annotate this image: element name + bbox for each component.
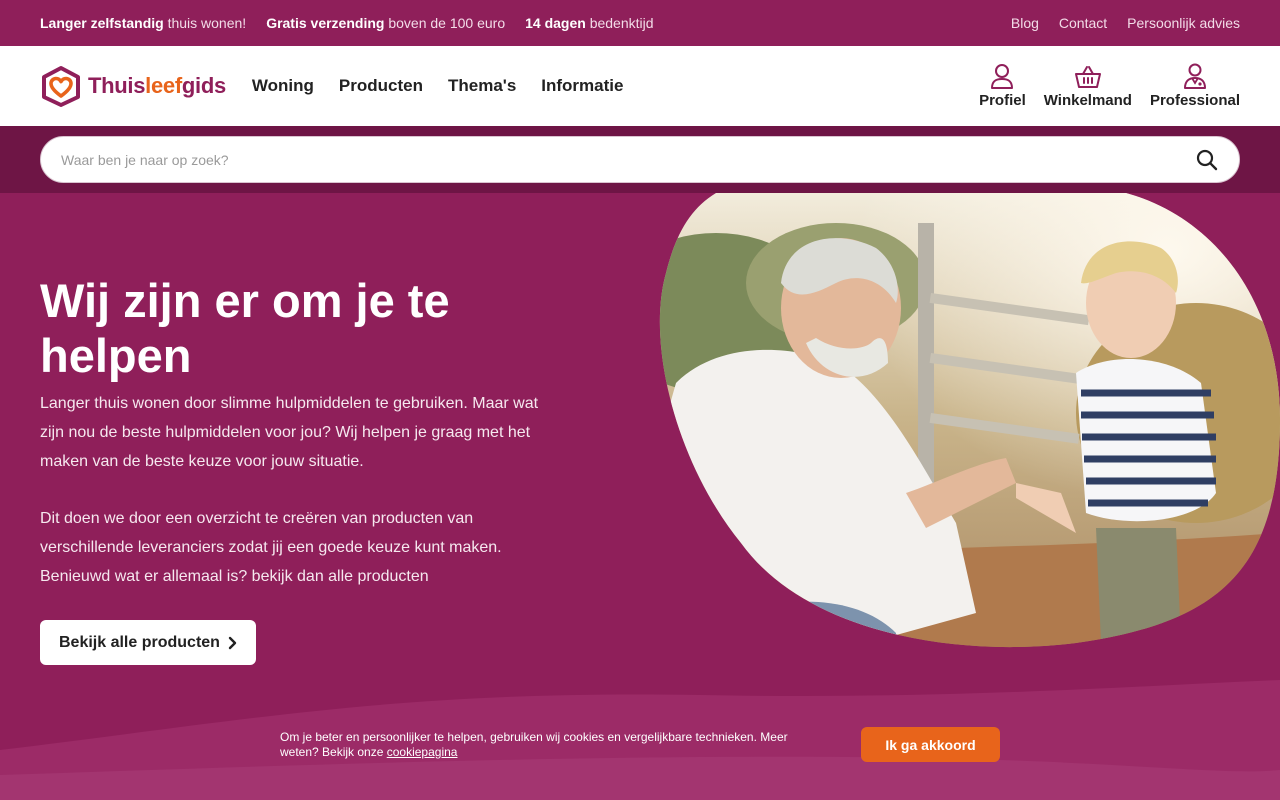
usp-list: Langer zelfstandig thuis wonen! Gratis v…: [40, 15, 654, 31]
user-nav: Profiel Winkelmand Professional: [979, 63, 1240, 109]
usp-bar: Langer zelfstandig thuis wonen! Gratis v…: [0, 0, 1280, 46]
accept-cookies-button[interactable]: Ik ga akkoord: [861, 727, 1000, 762]
logo-house-heart-icon: [42, 66, 80, 107]
search-box: [40, 136, 1240, 183]
blog-link[interactable]: Blog: [1011, 15, 1039, 31]
cart-button[interactable]: Winkelmand: [1044, 65, 1132, 109]
site-header: Thuisleefgids Woning Producten Thema's I…: [0, 46, 1280, 126]
nav-informatie[interactable]: Informatie: [541, 76, 623, 96]
hero-paragraph: Langer thuis wonen door slimme hulpmidde…: [40, 395, 539, 470]
view-all-products-button[interactable]: Bekijk alle producten: [40, 620, 256, 665]
professional-button[interactable]: Professional: [1150, 63, 1240, 109]
nav-producten[interactable]: Producten: [339, 76, 423, 96]
cookie-text: Om je beter en persoonlijker te helpen, …: [280, 729, 788, 759]
usp-item: 14 dagen bedenktijd: [525, 15, 654, 31]
top-links: Blog Contact Persoonlijk advies: [1011, 15, 1240, 31]
chevron-right-icon: [228, 636, 237, 649]
usp-item: Langer zelfstandig thuis wonen!: [40, 15, 247, 31]
professional-icon: [1183, 63, 1206, 89]
hero-title: Wij zijn er om je te helpen: [40, 274, 450, 382]
search-icon[interactable]: [1195, 148, 1219, 172]
contact-link[interactable]: Contact: [1059, 15, 1107, 31]
user-icon: [991, 64, 1014, 89]
cookie-page-link[interactable]: cookiepagina: [387, 745, 458, 759]
nav-woning[interactable]: Woning: [252, 76, 314, 96]
basket-icon: [1074, 66, 1101, 88]
logo[interactable]: Thuisleefgids: [40, 65, 226, 107]
personal-advice-link[interactable]: Persoonlijk advies: [1127, 15, 1240, 31]
hero-paragraph: Dit doen we door een overzicht te creëre…: [40, 510, 502, 585]
usp-item: Gratis verzending boven de 100 euro: [266, 15, 506, 31]
search-input[interactable]: [61, 151, 1195, 168]
logo-wordmark: Thuisleefgids: [88, 73, 226, 98]
search-bar-section: [0, 126, 1280, 193]
profile-button[interactable]: Profiel: [979, 63, 1026, 109]
hero-section: Wij zijn er om je te helpen Langer thuis…: [0, 193, 1280, 800]
hero-photo-grandfather-and-child: [659, 193, 1280, 648]
cookie-banner: Om je beter en persoonlijker te helpen, …: [280, 727, 1000, 762]
main-nav: Woning Producten Thema's Informatie: [252, 76, 624, 96]
nav-themas[interactable]: Thema's: [448, 76, 516, 96]
